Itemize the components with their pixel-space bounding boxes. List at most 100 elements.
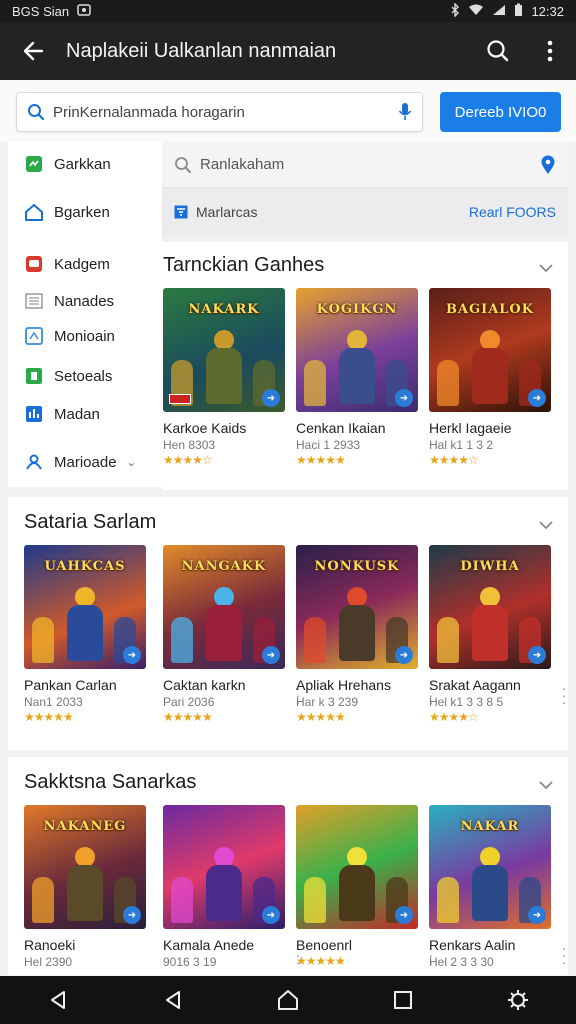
game-title[interactable]: Renkars Aalin — [429, 937, 551, 953]
filter-link[interactable]: Rearl FOORS — [469, 204, 556, 220]
sidebar-item-label: Bgarken — [54, 203, 110, 221]
game-thumbnail[interactable]: BAGIALOK ➜ — [429, 288, 551, 412]
signal-icon — [492, 4, 506, 19]
search-input[interactable] — [53, 103, 398, 121]
sidebar-item-label: Garkkan — [54, 155, 111, 173]
search-box[interactable] — [16, 92, 423, 132]
overflow-menu-button[interactable] — [524, 22, 576, 80]
filter-icon — [174, 205, 188, 219]
microphone-icon[interactable] — [398, 102, 412, 122]
game-title[interactable]: Pankan Carlan — [24, 677, 146, 693]
search-icon — [28, 104, 45, 121]
chevron-down-icon[interactable] — [538, 517, 554, 533]
nav-recents-button[interactable] — [383, 980, 423, 1020]
game-title[interactable]: Cenkan Ikaian — [296, 420, 418, 436]
home-icon — [277, 990, 298, 1010]
game-logo: NAKANEG — [43, 819, 127, 834]
play-badge-icon[interactable]: ➜ — [528, 389, 546, 407]
game-thumbnail[interactable]: ➜ — [296, 805, 418, 929]
play-badge-icon[interactable]: ➜ — [123, 646, 141, 664]
star-rating: ★★★★☆ — [429, 453, 479, 467]
status-bar: BGS Sian 12:32 — [0, 0, 576, 22]
game-card[interactable]: ➜ Benoenrl ★★★★★ · · · — [296, 805, 433, 969]
nav-home-button[interactable] — [268, 980, 308, 1020]
game-card[interactable]: KOGIKGN ➜ Cenkan Ikaian Haci 1 2933 ★★★★★ — [296, 288, 418, 467]
game-meta: Hal k1 1 3 2 — [429, 438, 494, 452]
game-title[interactable]: Karkoe Kaids — [163, 420, 285, 436]
game-title[interactable]: Srakat Aagann — [429, 677, 551, 693]
nav-assistant-button[interactable] — [498, 980, 538, 1020]
search-submit-button[interactable]: Dereeb IVIO0 — [440, 92, 561, 132]
chevron-down-icon[interactable] — [538, 260, 554, 276]
play-badge-icon[interactable]: ➜ — [262, 389, 280, 407]
sidebar-item[interactable]: Bgarken — [8, 194, 162, 230]
game-card[interactable]: NAKAR ➜ Renkars Aalin Hel 2 3 3 30 · · · — [429, 805, 566, 969]
filter-label: Marlarcas — [196, 204, 258, 220]
play-badge-icon[interactable]: ➜ — [262, 646, 280, 664]
more-vertical-icon — [547, 40, 553, 62]
game-logo: NONKUSK — [314, 559, 400, 574]
game-thumbnail[interactable]: NAKAR ➜ — [429, 805, 551, 929]
game-card[interactable]: ➜ Kamala Anede 9016 3 19 · · · — [163, 805, 300, 969]
game-logo: NAKAR — [460, 819, 520, 834]
play-badge-icon[interactable]: ➜ — [528, 906, 546, 924]
game-thumbnail[interactable]: NAKARK ➜ — [163, 288, 285, 412]
game-title[interactable]: Apliak Hrehans — [296, 677, 418, 693]
play-badge-icon[interactable]: ➜ — [395, 389, 413, 407]
game-section: Tarnckian Ganhes NAKARK ➜ Karkoe Kaids Hen 8… — [8, 242, 568, 490]
game-card[interactable]: NAKARK ➜ Karkoe Kaids Hen 8303 ★★★★☆ — [163, 288, 285, 467]
game-logo: DIWHA — [460, 559, 520, 574]
rating-tag — [169, 394, 191, 404]
game-meta: Hen 8303 — [163, 438, 216, 452]
game-thumbnail[interactable]: NAKANEG ➜ — [24, 805, 146, 929]
arrow-left-icon — [23, 41, 44, 61]
location-pin-icon[interactable] — [540, 155, 556, 175]
game-thumbnail[interactable]: DIWHA ➜ — [429, 545, 551, 669]
wifi-icon — [468, 4, 484, 19]
play-badge-icon[interactable]: ➜ — [123, 906, 141, 924]
game-thumbnail[interactable]: ➜ — [163, 805, 285, 929]
game-card[interactable]: NAKANEG ➜ Ranoeki Hel 2390 — [24, 805, 146, 969]
nav-back-alt-button[interactable] — [153, 980, 193, 1020]
search-icon — [175, 156, 191, 173]
game-meta: Har k 3 239 — [296, 695, 359, 709]
sidebar-item[interactable]: Garkkan — [8, 146, 162, 182]
star-rating: ★★★★☆ — [429, 710, 479, 724]
game-card[interactable]: BAGIALOK ➜ Herkl Iagaeie Hal k1 1 3 2 ★★★★☆ — [429, 288, 551, 467]
game-thumbnail[interactable]: NANGAKK ➜ — [163, 545, 285, 669]
game-title[interactable]: Kamala Anede — [163, 937, 285, 953]
game-meta: Hel 2 3 3 30 — [429, 955, 494, 969]
more-options-icon[interactable]: · · · — [559, 941, 569, 969]
game-title[interactable]: Ranoeki — [24, 937, 146, 953]
game-thumbnail[interactable]: NONKUSK ➜ — [296, 545, 418, 669]
game-title[interactable]: Caktan karkn — [163, 677, 285, 693]
back-button[interactable] — [0, 22, 66, 80]
nav-back-button[interactable] — [38, 980, 78, 1020]
status-text: BGS Sian — [12, 3, 70, 19]
search-icon — [487, 40, 509, 62]
game-logo: NAKARK — [188, 302, 260, 317]
play-badge-icon[interactable]: ➜ — [395, 646, 413, 664]
more-options-icon[interactable]: · · · — [559, 681, 569, 709]
play-badge-icon[interactable]: ➜ — [528, 646, 546, 664]
game-logo: KOGIKGN — [316, 302, 398, 317]
app-bar: Naplakeii Ualkanlan nanmaian — [0, 22, 576, 80]
home-icon — [24, 202, 44, 222]
game-thumbnail[interactable]: UAHKCAS ➜ — [24, 545, 146, 669]
game-card[interactable]: UAHKCAS ➜ Pankan Carlan Nan1 2033 ★★★★★ — [24, 545, 146, 724]
game-card[interactable]: NONKUSK ➜ Apliak Hrehans Har k 3 239 ★★★★★ · ·… — [296, 545, 433, 724]
sub-search-bar[interactable] — [162, 142, 568, 188]
game-title[interactable]: Benoenrl — [296, 937, 418, 953]
game-card[interactable]: DIWHA ➜ Srakat Aagann Hel k1 3 3 8 5 ★★★★☆ · ·… — [429, 545, 566, 724]
chevron-down-icon[interactable] — [538, 777, 554, 793]
search-button[interactable] — [472, 22, 524, 80]
search-row: Dereeb IVIO0 — [0, 80, 576, 142]
game-title[interactable]: Herkl Iagaeie — [429, 420, 551, 436]
game-card[interactable]: NANGAKK ➜ Caktan karkn Pari 2036 ★★★★★ · · · — [163, 545, 300, 724]
sub-search-input[interactable] — [200, 156, 540, 173]
play-badge-icon[interactable]: ➜ — [262, 906, 280, 924]
section-title: Tarnckian Ganhes — [163, 254, 325, 276]
star-rating: ★★★★★ — [296, 710, 346, 724]
play-badge-icon[interactable]: ➜ — [395, 906, 413, 924]
game-thumbnail[interactable]: KOGIKGN ➜ — [296, 288, 418, 412]
